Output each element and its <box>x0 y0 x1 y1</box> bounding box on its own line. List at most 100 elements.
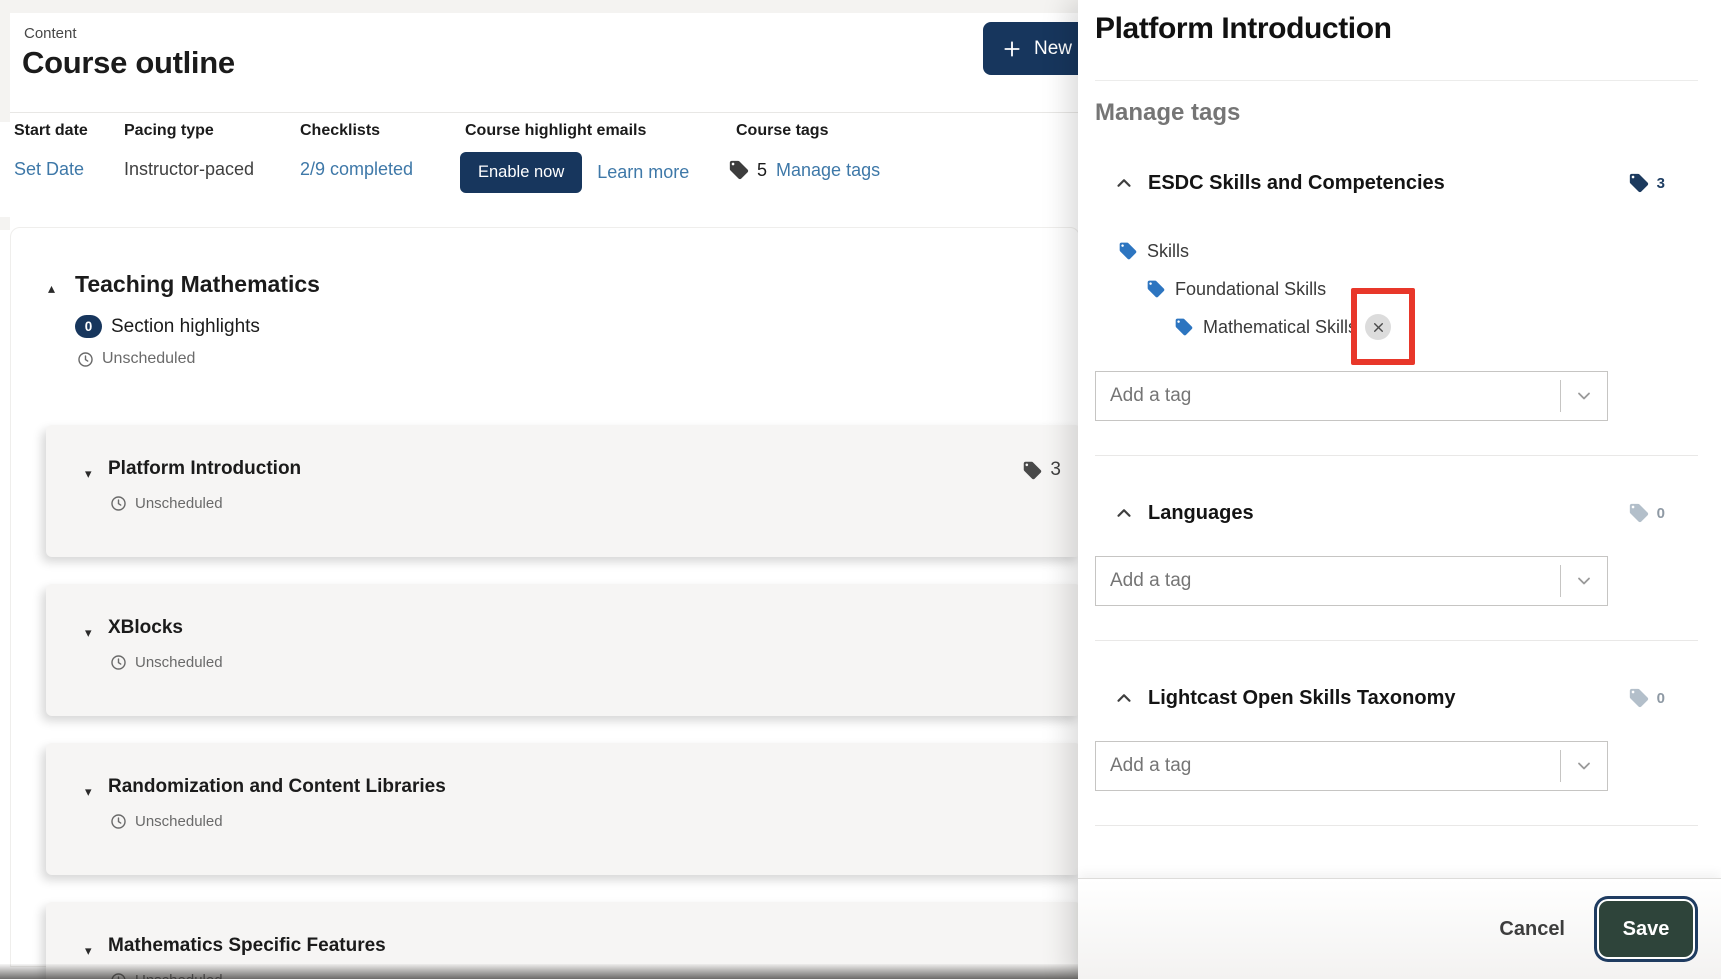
tag-icon <box>1628 502 1650 524</box>
meta-label: Pacing type <box>124 122 254 140</box>
plus-icon <box>1002 39 1022 59</box>
course-outline-card: ▴ Teaching Mathematics 0 Section highlig… <box>10 227 1080 967</box>
taxonomy-tag-count: 0 <box>1628 502 1665 524</box>
meta-course-tags: Course tags 5 Manage tags <box>728 122 880 181</box>
tag-icon <box>1022 460 1043 481</box>
remove-tag-button[interactable] <box>1365 314 1391 340</box>
taxonomy-group-header: Languages 0 <box>1095 498 1698 528</box>
subsection-title: Mathematics Specific Features <box>108 935 386 957</box>
schedule-label: Unscheduled <box>135 495 223 512</box>
save-button[interactable]: Save <box>1599 901 1693 957</box>
subsection-title: Platform Introduction <box>108 458 301 480</box>
section-schedule: Unscheduled <box>77 350 195 368</box>
tag-count-value: 3 <box>1050 459 1061 481</box>
meta-label: Course highlight emails <box>465 122 689 140</box>
tag-label: Skills <box>1147 241 1189 262</box>
taxonomy-tag-count: 3 <box>1628 172 1665 194</box>
expand-subsection-caret-icon[interactable]: ▾ <box>85 625 92 641</box>
taxonomy-name: Lightcast Open Skills Taxonomy <box>1148 687 1455 710</box>
section-highlights-button[interactable]: Section highlights <box>111 316 260 338</box>
schedule-label: Unscheduled <box>135 813 223 830</box>
checklists-link[interactable]: 2/9 completed <box>300 159 413 180</box>
clock-icon <box>77 351 94 368</box>
clock-icon <box>110 654 127 671</box>
tag-count-value: 0 <box>1657 505 1665 522</box>
pacing-value: Instructor-paced <box>124 159 254 180</box>
applied-tag-row: Mathematical Skills <box>1095 308 1698 346</box>
applied-tag-row: Foundational Skills <box>1095 270 1698 308</box>
drawer-subtitle: Manage tags <box>1095 99 1240 127</box>
subsection-title: Randomization and Content Libraries <box>108 776 446 798</box>
add-tag-combobox <box>1095 741 1608 791</box>
expand-subsection-caret-icon[interactable]: ▾ <box>85 784 92 800</box>
enable-now-button[interactable]: Enable now <box>460 152 582 193</box>
meta-highlight-emails: Course highlight emails Enable now Learn… <box>460 122 689 193</box>
page-title: Course outline <box>22 45 235 81</box>
add-tag-input[interactable] <box>1096 557 1560 605</box>
divider <box>1095 80 1698 81</box>
applied-tags-tree: Skills Foundational Skills Mathematical … <box>1095 232 1698 346</box>
manage-tags-drawer: Platform Introduction Manage tags ESDC S… <box>1078 0 1721 979</box>
learn-more-link[interactable]: Learn more <box>597 162 689 183</box>
subsection-schedule: Unscheduled <box>110 813 223 830</box>
drawer-footer: Cancel Save <box>1078 878 1721 979</box>
dropdown-chevron-icon[interactable] <box>1561 372 1607 420</box>
manage-tags-link[interactable]: Manage tags <box>776 160 880 181</box>
tag-count-value: 3 <box>1657 175 1665 192</box>
new-button-label: New <box>1034 38 1072 60</box>
dropdown-chevron-icon[interactable] <box>1561 742 1607 790</box>
meta-pacing-type: Pacing type Instructor-paced <box>124 122 254 180</box>
tag-groups: ESDC Skills and Competencies 3 Skills Fo… <box>1095 168 1698 868</box>
taxonomy-tag-count: 0 <box>1628 687 1665 709</box>
clock-icon <box>110 813 127 830</box>
expand-subsection-caret-icon[interactable]: ▾ <box>85 466 92 482</box>
set-date-link[interactable]: Set Date <box>14 159 84 180</box>
dropdown-chevron-icon[interactable] <box>1561 557 1607 605</box>
taxonomy-group: ESDC Skills and Competencies 3 Skills Fo… <box>1095 168 1698 456</box>
page-background-strip <box>0 0 1080 13</box>
tag-icon <box>728 159 750 181</box>
window-bottom-shadow <box>0 964 1080 979</box>
collapse-section-caret-icon[interactable]: ▴ <box>48 280 55 297</box>
meta-label: Course tags <box>736 122 880 140</box>
tag-label: Foundational Skills <box>1175 279 1326 300</box>
tag-label: Mathematical Skills <box>1203 317 1357 338</box>
subsection-card: ▾ Randomization and Content Libraries Un… <box>46 743 1081 875</box>
collapse-group-chevron-icon[interactable] <box>1095 502 1135 524</box>
subsection-card: ▾ Platform Introduction Unscheduled 3 <box>46 425 1081 557</box>
meta-label: Checklists <box>300 122 413 140</box>
taxonomy-group: Languages 0 <box>1095 498 1698 641</box>
section-title: Teaching Mathematics <box>75 271 320 298</box>
add-tag-input[interactable] <box>1096 372 1560 420</box>
collapse-group-chevron-icon[interactable] <box>1095 687 1135 709</box>
add-tag-input[interactable] <box>1096 742 1560 790</box>
tag-icon <box>1628 172 1650 194</box>
clock-icon <box>110 495 127 512</box>
studio-course-outline-page: Content Course outline New Start date Se… <box>0 0 1721 979</box>
tag-count-value: 0 <box>1657 690 1665 707</box>
taxonomy-group: Lightcast Open Skills Taxonomy 0 <box>1095 683 1698 826</box>
meta-checklists: Checklists 2/9 completed <box>300 122 413 180</box>
drawer-title: Platform Introduction <box>1095 12 1392 46</box>
subsection-schedule: Unscheduled <box>110 495 223 512</box>
tag-icon <box>1628 687 1650 709</box>
subsection-title: XBlocks <box>108 617 183 639</box>
schedule-label: Unscheduled <box>102 350 195 368</box>
taxonomy-group-header: ESDC Skills and Competencies 3 <box>1095 168 1698 198</box>
cancel-button[interactable]: Cancel <box>1499 918 1565 941</box>
tag-icon <box>1118 241 1138 261</box>
schedule-label: Unscheduled <box>135 654 223 671</box>
taxonomy-name: ESDC Skills and Competencies <box>1148 172 1445 195</box>
page-header: Content Course outline New <box>10 13 1080 113</box>
expand-subsection-caret-icon[interactable]: ▾ <box>85 943 92 959</box>
highlights-count-badge: 0 <box>75 315 102 338</box>
add-tag-combobox <box>1095 371 1608 421</box>
course-meta-bar: Start date Set Date Pacing type Instruct… <box>0 122 1080 217</box>
tag-icon <box>1174 317 1194 337</box>
main-content: Content Course outline New Start date Se… <box>0 0 1080 979</box>
subsection-card: ▾ XBlocks Unscheduled <box>46 584 1081 716</box>
collapse-group-chevron-icon[interactable] <box>1095 172 1135 194</box>
subsection-tag-count: 3 <box>1022 459 1061 481</box>
add-tag-combobox <box>1095 556 1608 606</box>
applied-tag-row: Skills <box>1095 232 1698 270</box>
